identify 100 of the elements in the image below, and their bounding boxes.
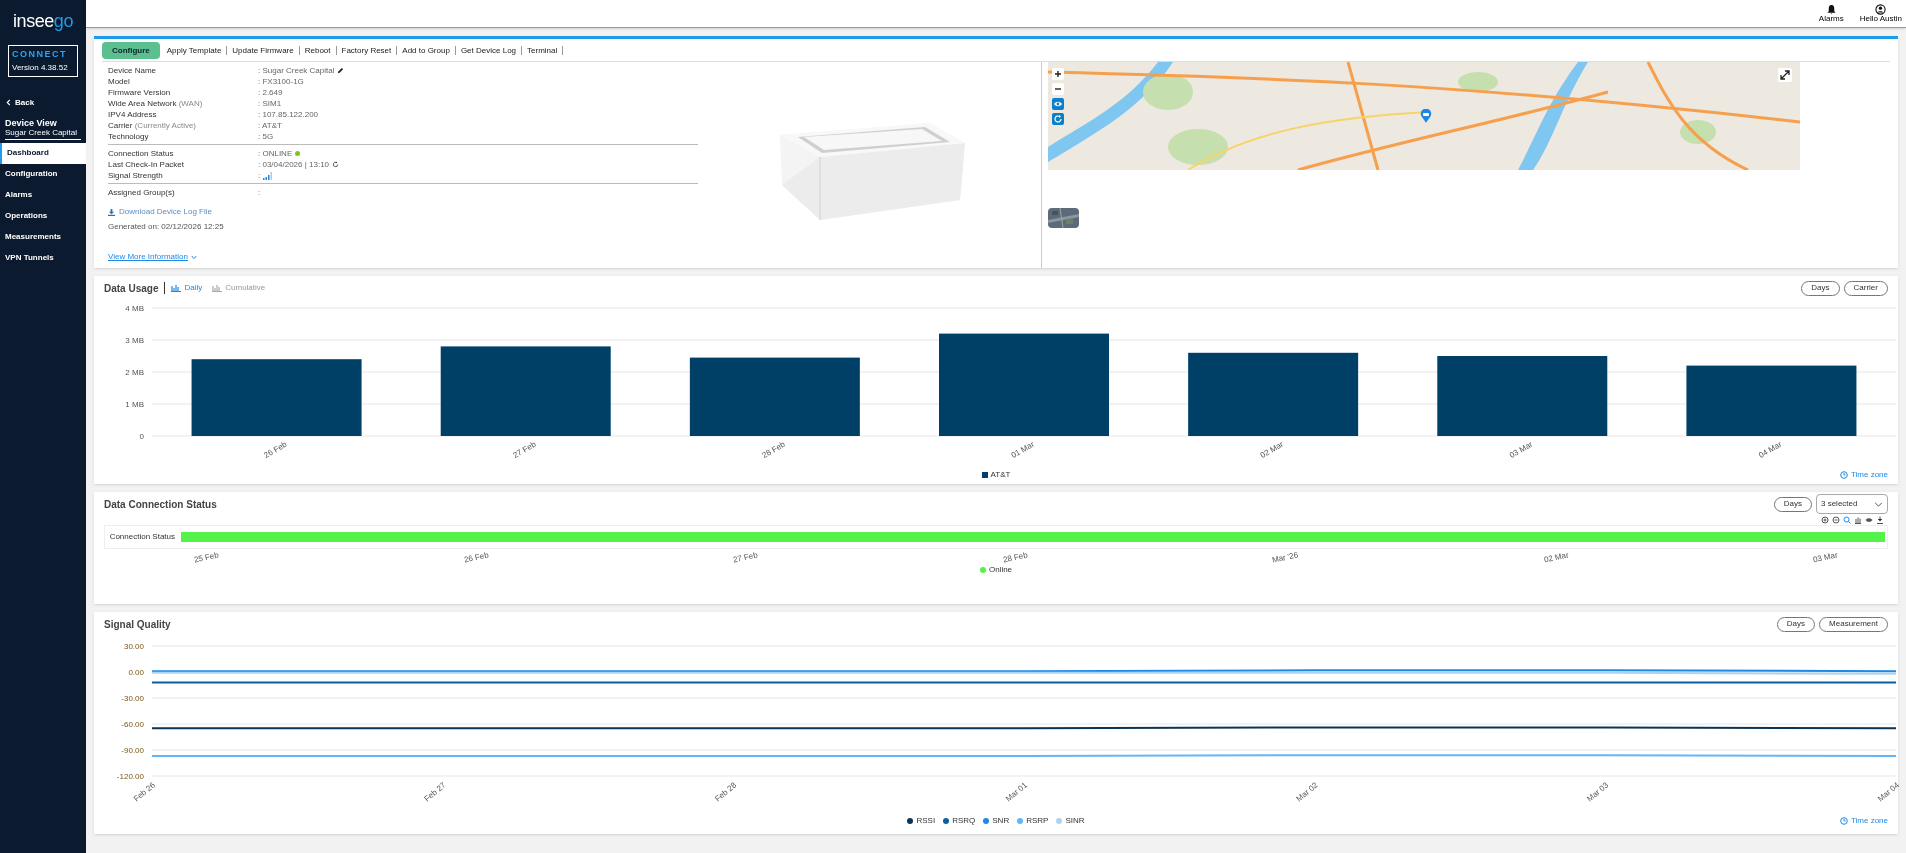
chevron-down-icon (1874, 501, 1883, 507)
section-subtitle: Sugar Creek Capital (5, 127, 79, 138)
nav-item[interactable]: VPN Tunnels (0, 247, 86, 269)
nav-item[interactable]: Operations (0, 205, 86, 227)
zoom-out-icon[interactable] (1832, 516, 1840, 524)
download-link[interactable]: Download Device Log File (108, 206, 698, 218)
logo: inseego (12, 10, 74, 33)
axis-label: 03 Mar (1508, 439, 1535, 460)
toolbar-button[interactable]: Configure (102, 42, 160, 59)
axis-label: Mar 01 (1003, 780, 1029, 804)
field-value: : SIM1 (258, 97, 282, 110)
select-field[interactable]: 3 selected (1816, 494, 1888, 514)
nav-item[interactable]: Dashboard (0, 142, 86, 164)
refresh-icon[interactable] (332, 161, 340, 168)
user-icon (1875, 4, 1887, 15)
field-value: : FX3100-1G (258, 75, 304, 88)
generated-text: Generated on: 02/12/2026 12:25 (108, 221, 225, 233)
section-title: Signal Quality (104, 617, 171, 632)
back-link[interactable]: Back (6, 96, 86, 109)
field-label: Technology (108, 130, 150, 143)
alarms-button[interactable]: Alarms (1818, 4, 1844, 23)
row-label: Connection Status (108, 531, 176, 543)
field-label: Signal Strength (108, 169, 164, 182)
axis-label: 0 (139, 432, 144, 441)
field-label: Assigned Group(s) (108, 186, 176, 199)
nav-item[interactable]: Alarms (0, 184, 86, 206)
axis-label: -90.00 (121, 746, 144, 755)
axis-label: 0.00 (128, 668, 144, 677)
chevron-left-icon (6, 99, 11, 106)
field-label: Device Name (108, 64, 157, 77)
field-value: : AT&T (258, 119, 282, 132)
view-tab[interactable]: Daily (171, 282, 203, 294)
nav-item[interactable]: Configuration (0, 163, 86, 185)
zoom-in-icon[interactable] (1821, 516, 1829, 524)
field-label: Last Check-In Packet (108, 158, 186, 171)
time-zone-button[interactable]: Time zone (1839, 469, 1888, 481)
axis-label: 27 Feb (732, 549, 760, 567)
bar-chart-icon[interactable] (1854, 516, 1862, 524)
field-label: IPV4 Address (108, 108, 158, 121)
field-label: Wide Area Network (WAN) (108, 97, 204, 110)
field-label: Carrier (Currently Active) (108, 119, 198, 132)
product-name: CONNECT (12, 48, 68, 61)
eye-icon[interactable] (1052, 98, 1064, 110)
axis-label: Mar '26 (1271, 549, 1300, 567)
legend-label: SNR (992, 815, 1010, 827)
magnifier-icon[interactable] (1843, 516, 1851, 524)
version-text: Version 4.38.52 (12, 61, 69, 74)
time-zone-button[interactable]: Time zone (1839, 815, 1888, 827)
legend-label: RSRQ (952, 815, 976, 827)
axis-label: 3 MB (125, 336, 144, 345)
toolbar-button[interactable]: Add to Group (397, 46, 456, 55)
toolbar-button[interactable]: Terminal (522, 46, 564, 55)
zoom-in-icon[interactable] (1052, 68, 1064, 80)
axis-label: -30.00 (121, 694, 144, 703)
user-menu-button[interactable]: Hello Austin (1859, 4, 1902, 23)
axis-label: 01 Mar (1009, 439, 1036, 460)
toolbar-button[interactable]: Reboot (299, 46, 337, 55)
bell-icon (1825, 4, 1837, 15)
field-value: : 5G (258, 130, 274, 143)
zoom-out-icon[interactable] (1052, 83, 1064, 95)
map-pin-icon[interactable] (1420, 109, 1432, 123)
bar-chart-icon (212, 284, 223, 292)
legend-label: RSSI (916, 815, 936, 827)
axis-label: 27 Feb (511, 439, 538, 460)
toolbar-button[interactable]: Update Firmware (227, 46, 300, 55)
axis-label: 2 MB (125, 368, 144, 377)
toolbar-button[interactable]: Get Device Log (455, 46, 523, 55)
legend-label: AT&T (990, 469, 1011, 481)
download-icon[interactable] (1876, 516, 1884, 524)
field-label: Connection Status (108, 147, 175, 160)
expand-icon[interactable] (1778, 68, 1792, 82)
axis-label: Feb 27 (422, 780, 448, 804)
field-label: Model (108, 75, 131, 88)
bar-chart-icon (171, 284, 182, 292)
refresh-icon[interactable] (1052, 113, 1064, 125)
signal-strength-icon (263, 171, 274, 180)
section-title: Data Connection Status (104, 497, 217, 512)
nav-item[interactable]: Measurements (0, 226, 86, 248)
axis-label: 4 MB (125, 304, 144, 313)
legend-swatch (981, 472, 988, 478)
pencil-icon[interactable] (337, 67, 345, 74)
axis-label: 03 Mar (1812, 549, 1839, 567)
section-title: Device View (5, 118, 58, 128)
axis-label: -60.00 (121, 720, 144, 729)
axis-label: 26 Feb (462, 549, 490, 567)
toolbar-button[interactable]: Apply Template (161, 46, 228, 55)
field-value: : 03/04/2026 | 13:10 (258, 158, 330, 171)
eye-icon[interactable] (1865, 516, 1873, 524)
field-value: : ONLINE (258, 147, 293, 160)
axis-label: 02 Mar (1258, 439, 1285, 460)
axis-label: Mar 02 (1294, 780, 1320, 804)
axis-label: Mar 04 (1875, 780, 1901, 804)
toolbar-button[interactable]: Factory Reset (336, 46, 398, 55)
chevron-down-icon (190, 254, 197, 260)
clock-icon (1839, 817, 1848, 825)
axis-label: 02 Mar (1542, 549, 1570, 567)
axis-label: 26 Feb (262, 439, 289, 460)
axis-label: Feb 26 (131, 780, 157, 804)
legend-label: SINR (1065, 815, 1085, 827)
view-more-link[interactable]: View More Information (108, 251, 698, 263)
